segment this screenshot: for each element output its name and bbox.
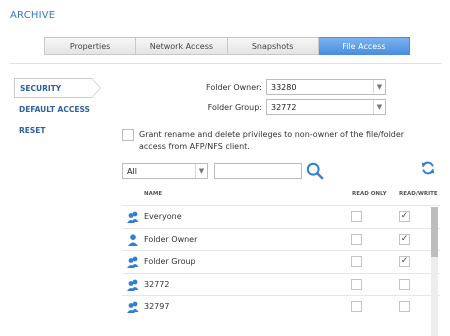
row-name: Everyone [144, 212, 182, 222]
table-row[interactable]: Folder Group ✓ [122, 250, 440, 273]
read-write-checkbox[interactable] [399, 301, 410, 312]
filter-value: All [127, 166, 137, 176]
row-name: Folder Group [144, 257, 196, 267]
table-row[interactable]: 32772 [122, 272, 440, 296]
column-header-name[interactable]: NAME [144, 191, 162, 197]
read-only-checkbox[interactable] [351, 301, 362, 312]
read-write-checkbox[interactable] [399, 278, 410, 290]
group-icon [127, 211, 139, 223]
folder-owner-row: Folder Owner: 33280 ▼ [182, 79, 386, 95]
table-scrollbar[interactable] [431, 207, 438, 336]
group-icon [127, 301, 139, 313]
page-title: ARCHIVE [10, 10, 56, 21]
read-only-checkbox[interactable] [351, 233, 362, 245]
grant-privileges-option: Grant rename and delete privileges to no… [122, 129, 432, 153]
tab-network-access[interactable]: Network Access [136, 37, 228, 55]
group-icon [127, 279, 139, 291]
scrollbar-thumb[interactable] [431, 207, 438, 257]
sidebar-item-reset[interactable]: RESET [14, 120, 104, 140]
grant-privileges-label: Grant rename and delete privileges to no… [139, 130, 405, 151]
row-name: Folder Owner [144, 234, 198, 244]
row-name: 32772 [144, 279, 170, 289]
table-row[interactable]: 32797 [122, 295, 440, 318]
tab-properties[interactable]: Properties [44, 37, 137, 55]
divider [10, 63, 442, 64]
folder-owner-value: 33280 [271, 82, 297, 92]
grant-privileges-checkbox[interactable] [122, 129, 134, 141]
sidebar: SECURITY DEFAULT ACCESS RESET [14, 78, 104, 140]
folder-group-label: Folder Group: [207, 102, 262, 112]
read-only-checkbox[interactable] [351, 278, 362, 290]
column-header-read-only[interactable]: READ ONLY [352, 191, 387, 197]
table-header: NAME READ ONLY READ/WRITE [122, 188, 440, 200]
filter-select[interactable]: All ▼ [122, 163, 208, 179]
read-write-checkbox[interactable]: ✓ [399, 211, 410, 222]
tab-snapshots[interactable]: Snapshots [227, 37, 319, 55]
table-row[interactable]: Everyone ✓ [122, 205, 440, 228]
sidebar-item-default-access[interactable]: DEFAULT ACCESS [14, 99, 104, 119]
folder-group-value: 32772 [271, 102, 297, 112]
filter-bar: All ▼ [122, 162, 324, 180]
read-only-checkbox[interactable] [351, 256, 362, 267]
tab-bar: Properties Network Access Snapshots File… [44, 37, 410, 55]
read-only-checkbox[interactable] [351, 211, 362, 222]
permissions-table: Everyone ✓ Folder Owner ✓ Folder Group ✓… [122, 205, 440, 336]
search-icon[interactable] [306, 162, 324, 180]
folder-owner-label: Folder Owner: [206, 82, 262, 92]
folder-group-select[interactable]: 32772 ▼ [266, 99, 386, 115]
chevron-down-icon: ▼ [195, 164, 207, 178]
read-write-checkbox[interactable]: ✓ [399, 233, 410, 245]
row-name: 32797 [144, 302, 170, 312]
table-row[interactable]: Folder Owner ✓ [122, 227, 440, 251]
user-icon [128, 233, 138, 246]
tab-file-access[interactable]: File Access [318, 37, 410, 55]
chevron-down-icon: ▼ [373, 100, 385, 114]
read-write-checkbox[interactable]: ✓ [399, 256, 410, 267]
sidebar-item-security[interactable]: SECURITY [14, 78, 101, 98]
search-input[interactable] [214, 163, 302, 179]
column-header-read-write[interactable]: READ/WRITE [399, 191, 438, 197]
folder-group-row: Folder Group: 32772 ▼ [182, 99, 386, 115]
group-icon [127, 256, 139, 268]
folder-owner-select[interactable]: 33280 ▼ [266, 79, 386, 95]
chevron-down-icon: ▼ [373, 80, 385, 94]
refresh-icon[interactable] [420, 160, 436, 176]
